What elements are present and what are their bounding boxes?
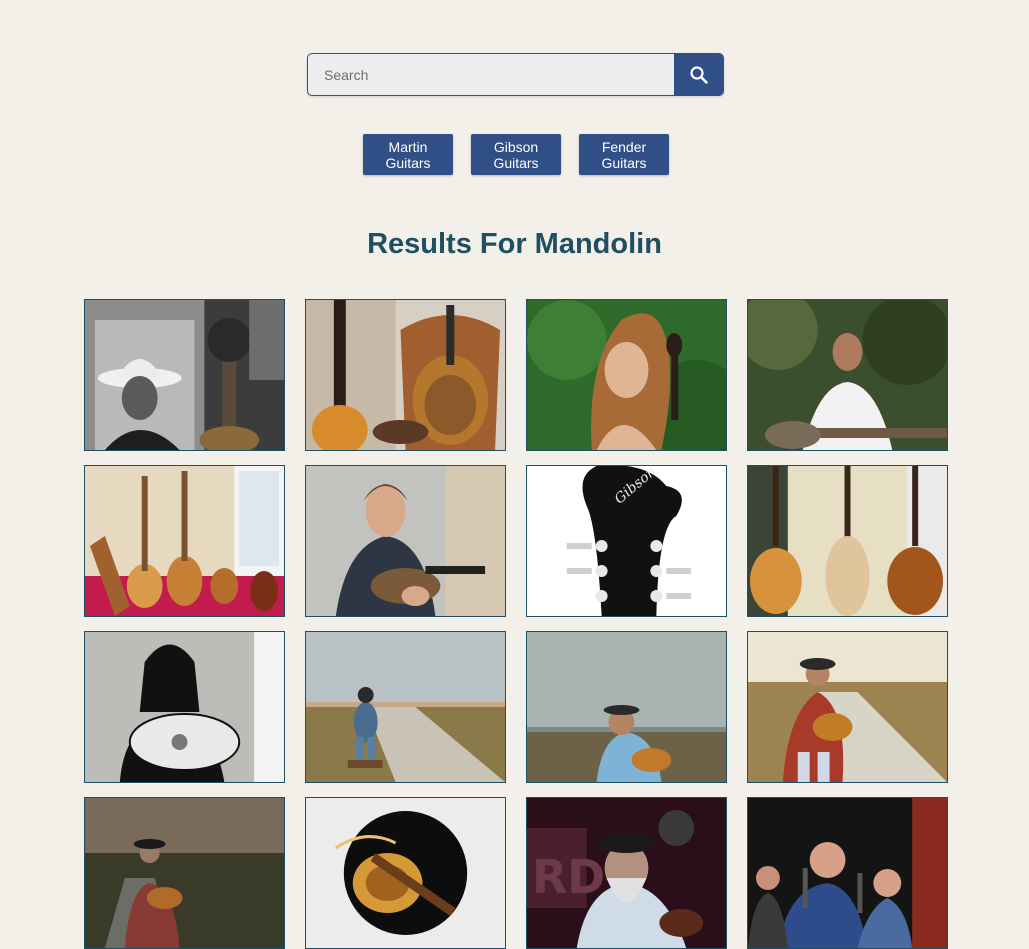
result-image-3[interactable] xyxy=(526,299,727,451)
result-image-2[interactable] xyxy=(305,299,506,451)
martin-guitars-button[interactable]: Martin Guitars xyxy=(363,134,453,175)
brand-filters: Martin Guitars Gibson Guitars Fender Gui… xyxy=(363,134,669,175)
svg-text:RD: RD xyxy=(532,850,605,904)
results-heading: Results For Mandolin xyxy=(367,228,662,260)
search-input[interactable] xyxy=(308,54,674,95)
result-image-13[interactable] xyxy=(84,797,285,949)
gibson-guitars-button[interactable]: Gibson Guitars xyxy=(471,134,561,175)
result-image-5[interactable] xyxy=(84,465,285,617)
result-image-14[interactable] xyxy=(305,797,506,949)
result-image-12[interactable] xyxy=(747,631,948,783)
result-image-15[interactable]: RD xyxy=(526,797,727,949)
search-button[interactable] xyxy=(674,54,723,95)
result-image-8[interactable] xyxy=(747,465,948,617)
result-image-9[interactable] xyxy=(84,631,285,783)
result-image-11[interactable] xyxy=(526,631,727,783)
search-bar xyxy=(307,53,724,96)
result-image-6[interactable] xyxy=(305,465,506,617)
result-image-7[interactable]: Gibson xyxy=(526,465,727,617)
result-image-10[interactable] xyxy=(305,631,506,783)
results-grid: Gibson RD xyxy=(84,299,948,949)
result-image-4[interactable] xyxy=(747,299,948,451)
result-image-1[interactable] xyxy=(84,299,285,451)
result-image-16[interactable] xyxy=(747,797,948,949)
search-icon xyxy=(689,65,708,84)
fender-guitars-button[interactable]: Fender Guitars xyxy=(579,134,669,175)
